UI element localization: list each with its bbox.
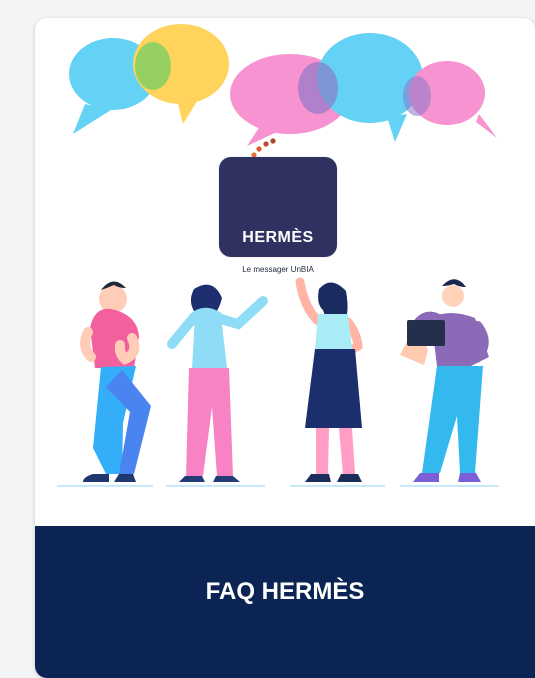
bubble-overlap-green	[135, 42, 171, 90]
hermes-logo: HERMÈS	[219, 157, 337, 257]
bubble-overlap-purple-right	[403, 76, 431, 116]
faq-title[interactable]: FAQ HERMÈS	[35, 578, 535, 606]
logo-title: HERMÈS	[242, 229, 314, 246]
logo-tagline: Le messager UnBIA	[242, 265, 314, 274]
card-footer[interactable]: FAQ HERMÈS	[35, 526, 535, 678]
bubble-overlap-purple	[298, 62, 338, 114]
faq-card[interactable]: HERMÈS Le messager UnBIA FAQ HERMÈS	[35, 18, 535, 678]
